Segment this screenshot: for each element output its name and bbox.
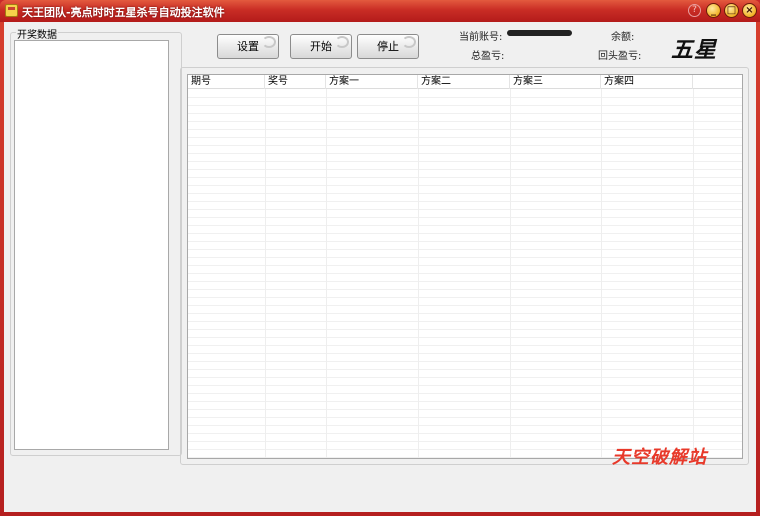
column-header-plan-1[interactable]: 方案一	[326, 75, 418, 89]
help-icon[interactable]: ?	[688, 4, 701, 17]
watermark-text: 天空破解站	[612, 447, 707, 468]
column-divider	[326, 89, 327, 458]
close-button[interactable]: ×	[742, 3, 757, 18]
current-account-value-redacted	[507, 30, 572, 36]
app-crown-icon	[5, 4, 18, 17]
table-header: 期号 奖号 方案一 方案二 方案三 方案四	[188, 75, 742, 89]
settings-button-label: 设置	[237, 40, 259, 53]
swirl-decoration-icon	[335, 36, 349, 48]
window-title: 天王团队-亮点时时五星杀号自动投注软件	[22, 6, 225, 19]
draw-data-label: 开奖数据	[16, 26, 58, 41]
column-header-plan-2[interactable]: 方案二	[418, 75, 510, 89]
column-divider	[265, 89, 266, 458]
pullback-profit-label: 回头盈亏:	[598, 51, 642, 62]
minimize-button[interactable]: _	[706, 3, 721, 18]
main-window: 天王团队-亮点时时五星杀号自动投注软件 ? _ □ × 开奖数据 设置 开始 停…	[0, 0, 760, 516]
stop-button-label: 停止	[377, 40, 399, 53]
stop-button[interactable]: 停止	[357, 34, 419, 59]
plan-table[interactable]: 期号 奖号 方案一 方案二 方案三 方案四	[187, 74, 743, 459]
column-header-plan-3[interactable]: 方案三	[510, 75, 601, 89]
start-button[interactable]: 开始	[290, 34, 352, 59]
column-header-period[interactable]: 期号	[188, 75, 265, 89]
maximize-button[interactable]: □	[724, 3, 739, 18]
column-divider	[693, 89, 694, 458]
table-rows	[188, 90, 742, 458]
current-account-label: 当前账号:	[459, 32, 503, 43]
wuxing-logo: 五星	[671, 37, 718, 63]
balance-label: 余额:	[611, 32, 635, 43]
swirl-decoration-icon	[262, 36, 276, 48]
client-area: 开奖数据 设置 开始 停止 当前账号: 余额: 总盈亏: 回头盈亏: 五星 期号…	[4, 22, 756, 512]
draw-data-list[interactable]	[14, 40, 169, 450]
swirl-decoration-icon	[402, 36, 416, 48]
settings-button[interactable]: 设置	[217, 34, 279, 59]
column-header-plan-4[interactable]: 方案四	[601, 75, 693, 89]
column-header-draw-number[interactable]: 奖号	[265, 75, 326, 89]
total-profit-label: 总盈亏:	[471, 51, 505, 62]
start-button-label: 开始	[310, 40, 332, 53]
column-divider	[510, 89, 511, 458]
column-divider	[418, 89, 419, 458]
column-divider	[601, 89, 602, 458]
title-bar: 天王团队-亮点时时五星杀号自动投注软件 ? _ □ ×	[0, 0, 760, 22]
